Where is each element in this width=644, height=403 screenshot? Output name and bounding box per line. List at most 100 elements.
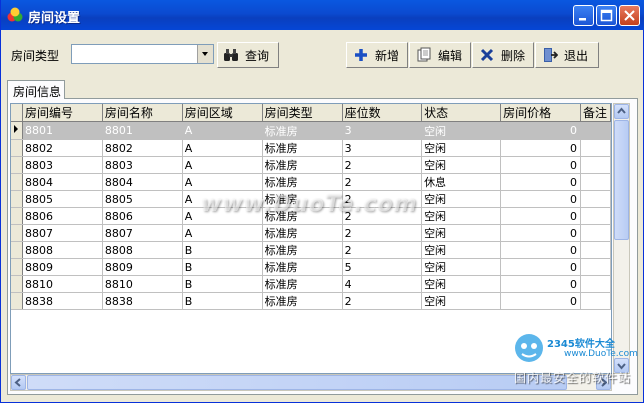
table-cell[interactable] <box>580 156 611 174</box>
table-cell[interactable]: B <box>182 258 263 276</box>
search-button[interactable]: 查询 <box>217 42 279 68</box>
table-cell[interactable]: 8807 <box>22 224 103 242</box>
table-cell[interactable]: 2 <box>342 173 423 191</box>
table-cell[interactable]: 8801 <box>102 121 183 140</box>
table-cell[interactable] <box>580 275 611 293</box>
row-indicator[interactable] <box>11 258 23 276</box>
table-cell[interactable]: 8805 <box>102 190 183 208</box>
table-cell[interactable]: 0 <box>500 190 582 208</box>
table-cell[interactable]: 0 <box>500 156 582 174</box>
column-header[interactable]: 房间区域 <box>182 104 263 122</box>
table-cell[interactable]: A <box>182 121 263 140</box>
table-cell[interactable]: 8801 <box>22 121 103 140</box>
table-cell[interactable]: 空闲 <box>421 156 502 174</box>
table-cell[interactable]: 空闲 <box>421 224 502 242</box>
row-indicator[interactable] <box>11 292 23 310</box>
table-cell[interactable]: 空闲 <box>421 190 502 208</box>
table-row[interactable]: 8801 8801 A 标准房 3 空闲 0 <box>11 121 611 140</box>
column-header[interactable]: 备注 <box>580 104 611 122</box>
table-cell[interactable]: 5 <box>342 258 423 276</box>
table-cell[interactable]: 0 <box>500 121 582 140</box>
table-cell[interactable]: 标准房 <box>262 156 343 174</box>
close-button[interactable] <box>619 5 640 26</box>
table-cell[interactable]: 2 <box>342 156 423 174</box>
maximize-button[interactable] <box>596 5 617 26</box>
table-row[interactable]: 8838 8838 B 标准房 2 空闲 0 <box>11 292 611 310</box>
table-cell[interactable]: 2 <box>342 224 423 242</box>
table-cell[interactable]: 空闲 <box>421 139 502 157</box>
table-cell[interactable]: 8810 <box>102 275 183 293</box>
minimize-button[interactable] <box>573 5 594 26</box>
table-cell[interactable]: 空闲 <box>421 207 502 225</box>
exit-button[interactable]: 退出 <box>535 42 599 68</box>
table-row[interactable]: 8809 8809 B 标准房 5 空闲 0 <box>11 258 611 276</box>
row-indicator[interactable] <box>11 190 23 208</box>
add-button[interactable]: 新增 <box>346 42 408 68</box>
table-cell[interactable]: A <box>182 139 263 157</box>
table-cell[interactable]: 标准房 <box>262 292 343 310</box>
table-cell[interactable]: 8810 <box>22 275 103 293</box>
row-indicator[interactable] <box>11 207 23 225</box>
row-indicator[interactable] <box>11 275 23 293</box>
table-cell[interactable]: 8803 <box>102 156 183 174</box>
table-cell[interactable]: 0 <box>500 241 582 259</box>
table-cell[interactable]: 3 <box>342 139 423 157</box>
table-cell[interactable]: 标准房 <box>262 173 343 191</box>
row-indicator[interactable] <box>11 241 23 259</box>
table-cell[interactable]: 8838 <box>22 292 103 310</box>
table-cell[interactable] <box>580 207 611 225</box>
table-cell[interactable]: A <box>182 173 263 191</box>
scroll-up-button[interactable] <box>614 104 629 119</box>
table-cell[interactable]: 0 <box>500 275 582 293</box>
edit-button[interactable]: 编辑 <box>409 42 471 68</box>
table-cell[interactable]: 4 <box>342 275 423 293</box>
table-cell[interactable]: 2 <box>342 292 423 310</box>
column-header[interactable]: 房间名称 <box>102 104 183 122</box>
column-header[interactable]: 房间价格 <box>500 104 582 122</box>
table-cell[interactable]: 空闲 <box>421 292 502 310</box>
column-header[interactable]: 房间编号 <box>22 104 103 122</box>
table-cell[interactable] <box>580 121 611 140</box>
table-cell[interactable] <box>580 190 611 208</box>
table-cell[interactable]: 8809 <box>22 258 103 276</box>
table-cell[interactable]: 0 <box>500 292 582 310</box>
title-bar[interactable]: 房间设置 <box>1 0 644 30</box>
vertical-scroll-thumb[interactable] <box>614 120 629 240</box>
table-cell[interactable]: 休息 <box>421 173 502 191</box>
table-cell[interactable]: 3 <box>342 121 423 140</box>
table-cell[interactable]: B <box>182 275 263 293</box>
table-cell[interactable]: 8802 <box>22 139 103 157</box>
table-cell[interactable]: A <box>182 224 263 242</box>
table-cell[interactable]: 0 <box>500 173 582 191</box>
scroll-left-button[interactable] <box>11 375 26 390</box>
table-cell[interactable]: 空闲 <box>421 258 502 276</box>
table-cell[interactable] <box>580 292 611 310</box>
table-cell[interactable]: 0 <box>500 207 582 225</box>
table-cell[interactable]: 8807 <box>102 224 183 242</box>
table-cell[interactable]: 2 <box>342 241 423 259</box>
table-cell[interactable]: 8804 <box>102 173 183 191</box>
column-header[interactable]: 房间类型 <box>262 104 343 122</box>
room-type-select[interactable] <box>71 44 214 64</box>
table-cell[interactable] <box>580 241 611 259</box>
vertical-scrollbar[interactable] <box>613 103 630 374</box>
table-cell[interactable]: 8809 <box>102 258 183 276</box>
table-row[interactable]: 8808 8808 B 标准房 2 空闲 0 <box>11 241 611 259</box>
table-row[interactable]: 8802 8802 A 标准房 3 空闲 0 <box>11 139 611 157</box>
table-row[interactable]: 8803 8803 A 标准房 2 空闲 0 <box>11 156 611 174</box>
table-cell[interactable]: 8806 <box>102 207 183 225</box>
table-cell[interactable] <box>580 139 611 157</box>
table-cell[interactable] <box>580 224 611 242</box>
row-indicator[interactable] <box>11 121 23 140</box>
tab-room-info[interactable]: 房间信息 <box>7 80 65 99</box>
table-cell[interactable]: 8808 <box>22 241 103 259</box>
row-indicator[interactable] <box>11 224 23 242</box>
table-cell[interactable]: B <box>182 241 263 259</box>
table-cell[interactable]: 8804 <box>22 173 103 191</box>
table-cell[interactable]: A <box>182 156 263 174</box>
table-cell[interactable]: 标准房 <box>262 258 343 276</box>
row-indicator[interactable] <box>11 173 23 191</box>
table-cell[interactable]: 标准房 <box>262 275 343 293</box>
horizontal-scroll-thumb[interactable] <box>27 375 567 390</box>
table-cell[interactable]: 8808 <box>102 241 183 259</box>
